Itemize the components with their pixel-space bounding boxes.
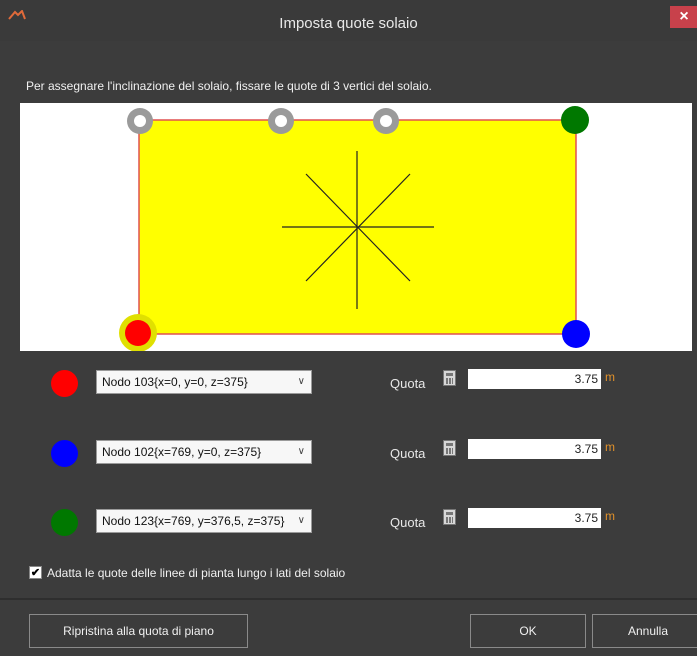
calculator-icon[interactable]: [443, 440, 456, 456]
close-button[interactable]: ×: [670, 6, 697, 28]
vertex-handle-green[interactable]: [561, 106, 589, 134]
chevron-down-icon: ∨: [297, 446, 305, 457]
quota-label: Quota: [390, 446, 426, 461]
unit-label: m: [605, 370, 615, 384]
cancel-button[interactable]: Annulla: [592, 614, 697, 648]
node-color-green: [51, 509, 78, 536]
node-select-value: Nodo 123{x=769, y=376,5, z=375}: [102, 514, 285, 528]
node-color-red: [51, 370, 78, 397]
calculator-icon[interactable]: [443, 370, 456, 386]
slab-preview-canvas[interactable]: [20, 103, 692, 352]
calculator-icon[interactable]: [443, 509, 456, 525]
node-row-3: Nodo 123{x=769, y=376,5, z=375} ∨ Quota …: [0, 506, 697, 540]
node-select-1[interactable]: Nodo 103{x=0, y=0, z=375} ∨: [96, 370, 312, 394]
adapt-lines-label[interactable]: Adatta le quote delle linee di pianta lu…: [47, 566, 345, 580]
node-select-2[interactable]: Nodo 102{x=769, y=0, z=375} ∨: [96, 440, 312, 464]
vertex-handle-red[interactable]: [125, 320, 151, 346]
quota-label: Quota: [390, 376, 426, 391]
quota-input-1[interactable]: [468, 369, 601, 389]
unit-label: m: [605, 440, 615, 454]
vertex-handle-blue[interactable]: [562, 320, 590, 348]
quota-input-3[interactable]: [468, 508, 601, 528]
chevron-down-icon: ∨: [297, 515, 305, 526]
window-title: Imposta quote solaio: [279, 15, 418, 32]
chevron-down-icon: ∨: [297, 376, 305, 387]
vertex-handle-gray[interactable]: [373, 108, 399, 134]
quota-label: Quota: [390, 515, 426, 530]
slab-preview-svg: [119, 106, 590, 352]
reset-floor-level-button[interactable]: Ripristina alla quota di piano: [29, 614, 248, 648]
node-color-blue: [51, 440, 78, 467]
title-bar: Imposta quote solaio ×: [0, 0, 697, 41]
unit-label: m: [605, 509, 615, 523]
ok-button[interactable]: OK: [470, 614, 586, 648]
instruction-text: Per assegnare l'inclinazione del solaio,…: [26, 79, 432, 93]
node-select-value: Nodo 102{x=769, y=0, z=375}: [102, 445, 262, 459]
node-select-3[interactable]: Nodo 123{x=769, y=376,5, z=375} ∨: [96, 509, 312, 533]
footer-divider: [0, 598, 697, 600]
quota-input-2[interactable]: [468, 439, 601, 459]
node-row-1: Nodo 103{x=0, y=0, z=375} ∨ Quota m: [0, 367, 697, 401]
node-row-2: Nodo 102{x=769, y=0, z=375} ∨ Quota m: [0, 437, 697, 471]
vertex-handle-gray[interactable]: [127, 108, 153, 134]
adapt-lines-checkbox[interactable]: ✔: [29, 566, 42, 579]
vertex-handle-gray[interactable]: [268, 108, 294, 134]
node-select-value: Nodo 103{x=0, y=0, z=375}: [102, 375, 248, 389]
